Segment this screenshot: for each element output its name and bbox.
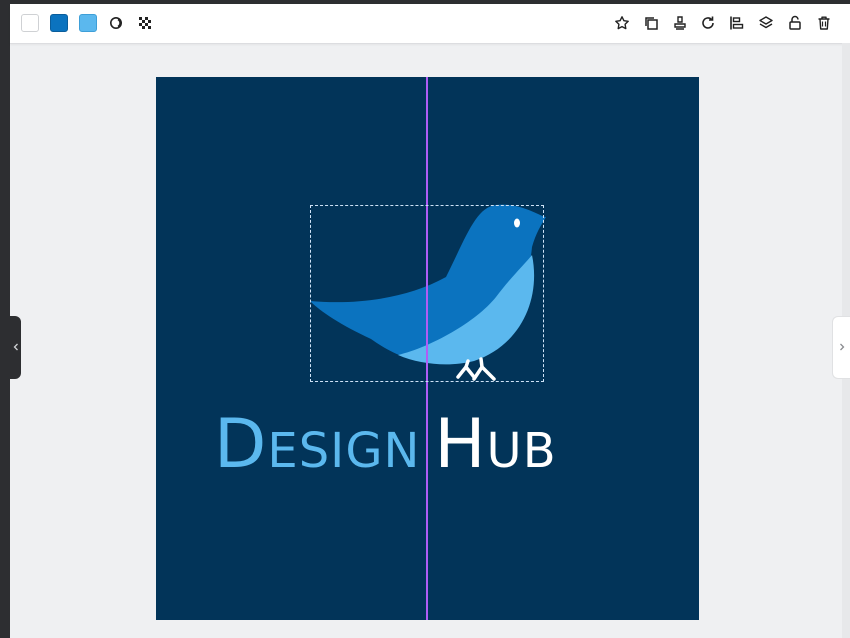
align-icon[interactable]: [727, 13, 747, 33]
top-toolbar: [10, 4, 850, 44]
expand-right-panel-button[interactable]: [832, 316, 850, 379]
collapse-left-panel-button[interactable]: [10, 316, 21, 379]
logo-wordmark[interactable]: Design Hub: [214, 405, 557, 485]
swatch-white[interactable]: [21, 14, 39, 32]
wordmark-design: Design: [214, 405, 421, 484]
color-picker-icon[interactable]: [107, 13, 127, 33]
transparency-icon[interactable]: [135, 13, 155, 33]
chevron-right-icon: [838, 339, 846, 357]
trash-icon[interactable]: [814, 13, 834, 33]
wordmark-hub: Hub: [434, 405, 557, 484]
layers-icon[interactable]: [756, 13, 776, 33]
selection-box[interactable]: [310, 205, 544, 382]
rotate-icon[interactable]: [698, 13, 718, 33]
swatch-blue[interactable]: [50, 14, 68, 32]
chevron-left-icon: [12, 339, 20, 357]
duplicate-icon[interactable]: [641, 13, 661, 33]
left-rail: [0, 0, 10, 638]
lock-icon[interactable]: [785, 13, 805, 33]
swatch-light-blue[interactable]: [79, 14, 97, 32]
stamp-icon[interactable]: [670, 13, 690, 33]
star-icon[interactable]: [612, 13, 632, 33]
